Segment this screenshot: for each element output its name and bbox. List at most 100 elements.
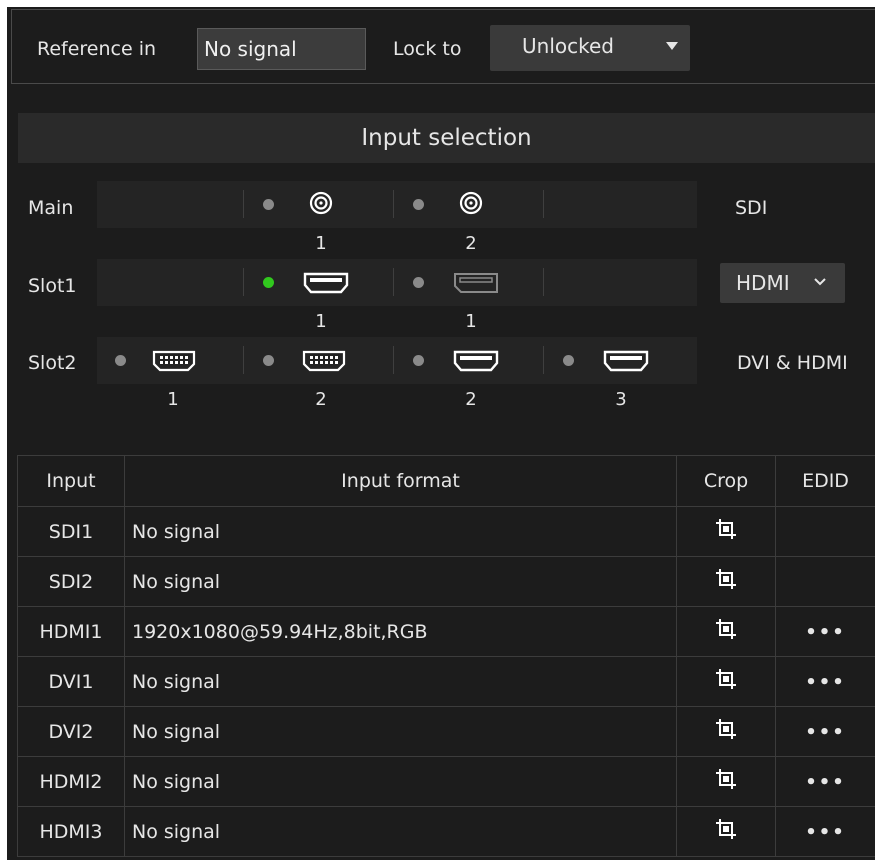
port-number: 1 <box>315 311 327 332</box>
edid-cell: ••• <box>775 606 875 657</box>
input-format-cell: No signal <box>124 656 677 707</box>
edid-cell: ••• <box>775 656 875 707</box>
crop-cell <box>676 506 776 557</box>
divider <box>243 190 244 218</box>
table-row: SDI2 No signal <box>17 556 875 607</box>
edid-cell <box>775 506 875 557</box>
hdmi-port-icon <box>603 350 649 372</box>
slot2-type-label: DVI & HDMI <box>737 352 848 374</box>
crop-icon[interactable] <box>715 618 737 645</box>
reference-in-value: No signal <box>204 37 297 61</box>
input-name-cell: HDMI3 <box>17 806 125 857</box>
crop-cell <box>676 756 776 807</box>
input-format-cell: No signal <box>124 756 677 807</box>
column-header-crop: Crop <box>676 455 776 507</box>
edid-more-button[interactable]: ••• <box>805 622 846 643</box>
input-name-cell: DVI2 <box>17 706 125 757</box>
row-label-slot1: Slot1 <box>28 275 77 297</box>
crop-icon[interactable] <box>715 518 737 545</box>
slot1-ports-track <box>97 259 697 306</box>
crop-cell <box>676 806 776 857</box>
edid-cell: ••• <box>775 806 875 857</box>
divider <box>393 346 394 374</box>
row-label-main: Main <box>28 197 74 219</box>
crop-icon[interactable] <box>715 818 737 845</box>
port-number: 2 <box>315 389 327 410</box>
input-format-cell: No signal <box>124 506 677 557</box>
sdi-bnc-icon <box>459 191 483 215</box>
crop-icon[interactable] <box>715 768 737 795</box>
inputs-table: Input Input format Crop EDID SDI1 No sign… <box>17 455 875 857</box>
crop-cell <box>676 706 776 757</box>
input-name-cell: HDMI1 <box>17 606 125 657</box>
divider <box>243 346 244 374</box>
divider <box>393 268 394 296</box>
slot1-type-value: HDMI <box>736 271 790 295</box>
port-number: 1 <box>315 233 327 254</box>
input-name-cell: SDI1 <box>17 506 125 557</box>
reference-in-field: No signal <box>197 28 366 70</box>
input-selection-header: Input selection <box>18 113 875 163</box>
status-led <box>263 199 274 210</box>
row-label-slot2: Slot2 <box>28 352 77 374</box>
status-led <box>413 199 424 210</box>
hdmi-port-icon <box>453 350 499 372</box>
status-led <box>263 355 274 366</box>
displayport-icon <box>454 273 498 293</box>
edid-more-button[interactable]: ••• <box>805 772 846 793</box>
divider <box>543 268 544 296</box>
input-format-cell: No signal <box>124 706 677 757</box>
status-led <box>263 277 274 288</box>
edid-more-button[interactable]: ••• <box>805 672 846 693</box>
lock-to-dropdown[interactable]: Unlocked <box>490 25 690 71</box>
divider <box>243 268 244 296</box>
crop-icon[interactable] <box>715 568 737 595</box>
sdi-bnc-icon <box>309 191 333 215</box>
table-header-row: Input Input format Crop EDID <box>17 455 875 507</box>
column-header-edid: EDID <box>775 455 875 507</box>
port-number: 3 <box>615 389 627 410</box>
table-row: SDI1 No signal <box>17 506 875 557</box>
chevron-down-icon <box>814 278 826 286</box>
table-row: DVI1 No signal ••• <box>17 656 875 707</box>
port-number: 2 <box>465 389 477 410</box>
crop-cell <box>676 606 776 657</box>
divider <box>543 346 544 374</box>
input-format-cell: 1920x1080@59.94Hz,8bit,RGB <box>124 606 677 657</box>
input-format-cell: No signal <box>124 806 677 857</box>
crop-cell <box>676 656 776 707</box>
column-header-input: Input <box>17 455 125 507</box>
divider <box>543 190 544 218</box>
table-row: HDMI2 No signal ••• <box>17 756 875 807</box>
dropdown-caret-icon <box>666 42 678 50</box>
table-row: HDMI3 No signal ••• <box>17 806 875 857</box>
dvi-port-icon <box>152 350 196 372</box>
divider <box>393 190 394 218</box>
input-name-cell: HDMI2 <box>17 756 125 807</box>
lock-to-label: Lock to <box>393 38 462 60</box>
main-ports-track <box>97 181 697 228</box>
status-led <box>413 277 424 288</box>
edid-more-button[interactable]: ••• <box>805 722 846 743</box>
edid-cell <box>775 556 875 607</box>
status-led <box>563 355 574 366</box>
status-led <box>413 355 424 366</box>
dvi-port-icon <box>302 350 346 372</box>
table-row: HDMI1 1920x1080@59.94Hz,8bit,RGB ••• <box>17 606 875 657</box>
main-type-label: SDI <box>735 197 768 219</box>
table-row: DVI2 No signal ••• <box>17 706 875 757</box>
input-format-cell: No signal <box>124 556 677 607</box>
lock-to-value: Unlocked <box>522 34 614 58</box>
hdmi-port-icon <box>303 272 349 294</box>
port-number: 2 <box>465 233 477 254</box>
crop-icon[interactable] <box>715 668 737 695</box>
edid-more-button[interactable]: ••• <box>805 822 846 843</box>
port-number: 1 <box>167 389 179 410</box>
port-number: 1 <box>465 311 477 332</box>
reference-in-label: Reference in <box>37 38 157 60</box>
crop-icon[interactable] <box>715 718 737 745</box>
slot1-type-dropdown[interactable]: HDMI <box>720 263 845 303</box>
status-led <box>115 355 126 366</box>
edid-cell: ••• <box>775 706 875 757</box>
input-name-cell: DVI1 <box>17 656 125 707</box>
